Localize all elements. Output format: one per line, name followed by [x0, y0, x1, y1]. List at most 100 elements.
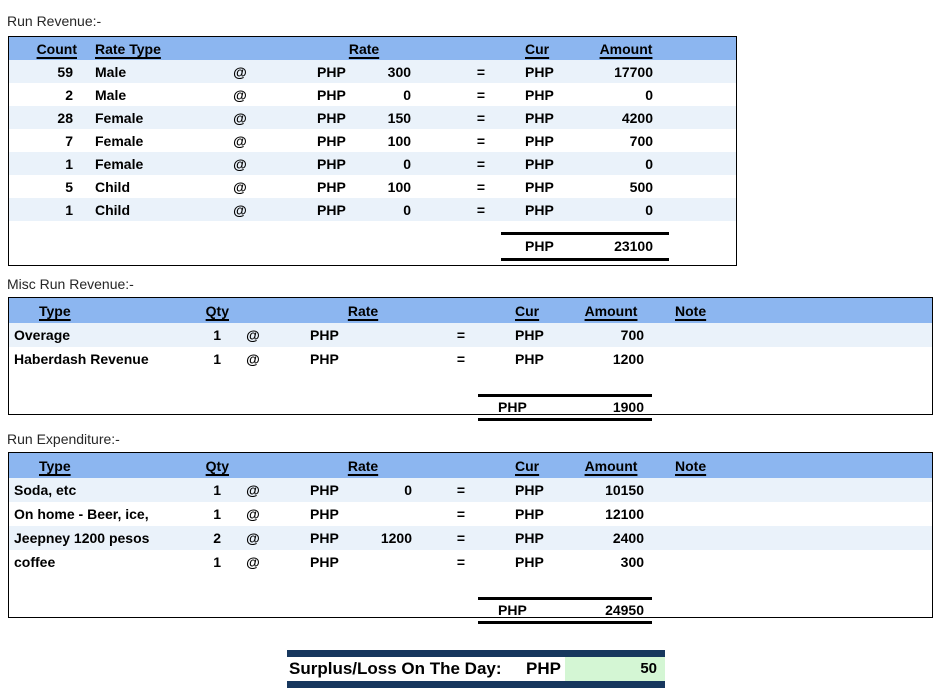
rate-type-cell: Child — [81, 198, 215, 221]
note-cell — [652, 323, 762, 347]
note-cell — [652, 347, 762, 371]
column-header-cur: Cur — [478, 453, 570, 478]
table-row: 2 Male @ PHP 0 = PHP 0 — [9, 83, 736, 106]
column-header-rate: Rate — [310, 453, 416, 478]
rate-cell: 0 — [363, 198, 417, 221]
count-cell: 1 — [9, 198, 81, 221]
equals-symbol: = — [444, 550, 478, 574]
equals-symbol: = — [461, 129, 501, 152]
total-amount-cell: 1900 — [570, 395, 652, 419]
equals-symbol: = — [444, 526, 478, 550]
table-row: 1 Child @ PHP 0 = PHP 0 — [9, 198, 736, 221]
rate-currency-cell: PHP — [311, 175, 363, 198]
rate-currency-cell: PHP — [310, 526, 360, 550]
count-cell: 2 — [9, 83, 81, 106]
at-symbol: @ — [229, 526, 277, 550]
rate-currency-cell: PHP — [310, 550, 360, 574]
rate-type-cell: Child — [81, 175, 215, 198]
rate-cell: 0 — [363, 83, 417, 106]
amount-cell: 300 — [570, 550, 652, 574]
column-header-rate: Rate — [311, 37, 417, 60]
qty-cell: 1 — [174, 347, 229, 371]
qty-cell: 1 — [174, 502, 229, 526]
at-symbol: @ — [229, 550, 277, 574]
currency-cell: PHP — [478, 550, 570, 574]
rate-currency-cell: PHP — [311, 60, 363, 83]
total-row: PHP 23100 — [9, 233, 736, 259]
amount-cell: 1200 — [570, 347, 652, 371]
spacer-row — [9, 371, 932, 395]
column-header-cur: Cur — [501, 37, 583, 60]
section-title-misc-run-revenue: Misc Run Revenue:- — [7, 276, 134, 292]
rate-cell: 100 — [363, 129, 417, 152]
equals-symbol: = — [444, 502, 478, 526]
table-row: 7 Female @ PHP 100 = PHP 700 — [9, 129, 736, 152]
rate-currency-cell: PHP — [311, 83, 363, 106]
at-symbol: @ — [229, 478, 277, 502]
equals-symbol: = — [444, 478, 478, 502]
amount-cell: 17700 — [583, 60, 669, 83]
at-symbol: @ — [215, 83, 265, 106]
rate-type-cell: Male — [81, 60, 215, 83]
equals-symbol: = — [444, 323, 478, 347]
currency-cell: PHP — [501, 152, 583, 175]
run-revenue-table: Count Rate Type Rate Cur Amount 59 Male … — [8, 36, 737, 266]
equals-symbol: = — [461, 106, 501, 129]
rate-currency-cell: PHP — [310, 347, 360, 371]
currency-cell: PHP — [501, 198, 583, 221]
equals-symbol: = — [444, 347, 478, 371]
column-header-cur: Cur — [478, 298, 570, 323]
rate-cell: 100 — [363, 175, 417, 198]
rate-type-cell: Female — [81, 106, 215, 129]
rate-cell — [360, 347, 416, 371]
equals-symbol: = — [461, 198, 501, 221]
column-header-amount: Amount — [570, 298, 652, 323]
column-header-note: Note — [652, 453, 762, 478]
count-cell: 7 — [9, 129, 81, 152]
summary-top-bar — [287, 650, 665, 657]
table-row: Overage 1 @ PHP = PHP 700 — [9, 323, 932, 347]
table-row: coffee 1 @ PHP = PHP 300 — [9, 550, 932, 574]
at-symbol: @ — [229, 502, 277, 526]
amount-cell: 4200 — [583, 106, 669, 129]
spacer-row — [9, 221, 736, 233]
currency-cell: PHP — [501, 106, 583, 129]
total-currency-cell: PHP — [501, 233, 583, 259]
currency-cell: PHP — [501, 129, 583, 152]
header-row: Count Rate Type Rate Cur Amount — [9, 37, 736, 60]
total-amount-cell: 23100 — [583, 233, 669, 259]
type-cell: Haberdash Revenue — [9, 347, 174, 371]
misc-run-revenue-table: Type Qty Rate Cur Amount Note Overage 1 — [8, 297, 933, 415]
summary-value-cell[interactable]: 50 — [565, 657, 665, 681]
amount-cell: 700 — [570, 323, 652, 347]
surplus-summary: Surplus/Loss On The Day: PHP 50 — [287, 650, 665, 688]
at-symbol: @ — [229, 347, 277, 371]
amount-cell: 700 — [583, 129, 669, 152]
table-row: Soda, etc 1 @ PHP 0 = PHP 10150 — [9, 478, 932, 502]
equals-symbol: = — [461, 175, 501, 198]
type-cell: On home - Beer, ice, — [9, 502, 174, 526]
at-symbol: @ — [215, 152, 265, 175]
table-row: 1 Female @ PHP 0 = PHP 0 — [9, 152, 736, 175]
spreadsheet-view: Run Revenue:- Count Rate Type Rate Cur A — [0, 0, 942, 696]
note-cell — [652, 478, 762, 502]
column-header-note: Note — [652, 298, 762, 323]
count-cell: 1 — [9, 152, 81, 175]
rate-cell: 1200 — [360, 526, 416, 550]
at-symbol: @ — [215, 175, 265, 198]
amount-cell: 0 — [583, 152, 669, 175]
qty-cell: 1 — [174, 323, 229, 347]
amount-cell: 10150 — [570, 478, 652, 502]
rate-cell: 0 — [363, 152, 417, 175]
rate-cell — [360, 502, 416, 526]
note-cell — [652, 502, 762, 526]
column-header-amount: Amount — [570, 453, 652, 478]
at-symbol: @ — [215, 129, 265, 152]
rate-cell — [360, 323, 416, 347]
rate-type-cell: Female — [81, 129, 215, 152]
note-cell — [652, 526, 762, 550]
at-symbol: @ — [215, 106, 265, 129]
currency-cell: PHP — [478, 478, 570, 502]
amount-cell: 0 — [583, 83, 669, 106]
total-amount-cell: 24950 — [570, 598, 652, 622]
